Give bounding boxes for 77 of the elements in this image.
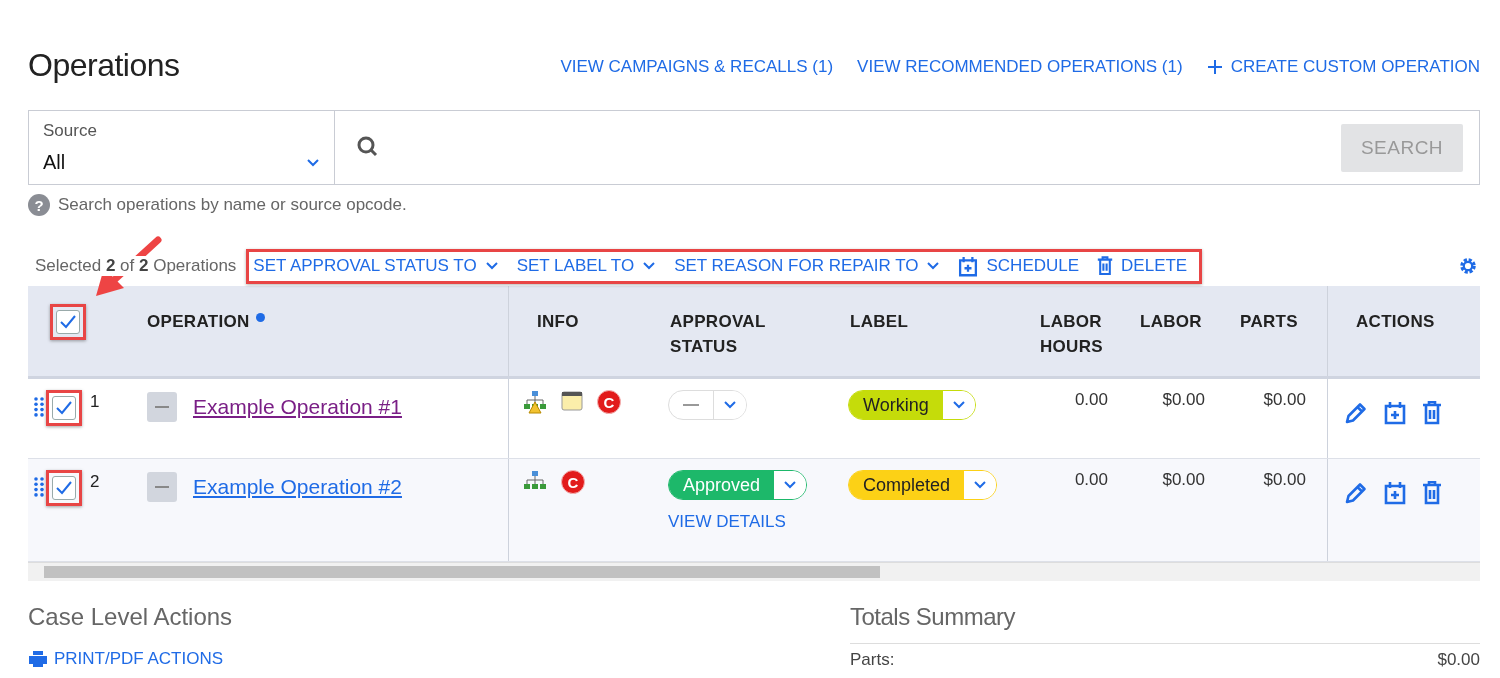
horizontal-scrollbar[interactable] [28, 562, 1480, 581]
table-cell: $0.00 [1263, 470, 1306, 489]
pencil-icon[interactable] [1344, 481, 1368, 505]
required-dot [255, 313, 265, 322]
check-icon [55, 480, 73, 496]
chevron-down-icon [642, 261, 657, 271]
dash-icon [683, 404, 699, 406]
trash-icon[interactable] [1422, 401, 1442, 425]
bulk-action-link[interactable]: SET REASON FOR REPAIR TO [674, 256, 941, 276]
chevron-down-icon [783, 480, 798, 490]
label-dropdown[interactable]: Working [848, 390, 976, 420]
chevron-down-icon [951, 400, 966, 410]
search-hint: Search operations by name or source opcode. [58, 195, 407, 215]
column-header: APPROVAL STATUS [670, 311, 767, 358]
table-cell: $0.00 [1263, 390, 1306, 409]
header-link[interactable]: VIEW CAMPAIGNS & RECALLS (1) [560, 57, 834, 77]
collapse-button[interactable] [147, 392, 177, 422]
table-cell: $0.00 [1162, 390, 1205, 409]
bulk-action-link[interactable]: SCHEDULE [958, 255, 1080, 277]
calendar-plus-icon[interactable] [1384, 481, 1406, 505]
column-header: LABEL [850, 311, 909, 333]
hierarchy-warning-icon [523, 390, 547, 414]
source-dropdown[interactable]: Source All [29, 111, 335, 184]
operation-link[interactable]: Example Operation #1 [193, 395, 402, 419]
notepad-icon [561, 390, 583, 412]
table-cell: 0.00 [1074, 470, 1108, 489]
section-title: Case Level Actions [28, 603, 234, 631]
plus-icon [1206, 59, 1223, 75]
trash-icon[interactable] [1422, 481, 1442, 505]
chevron-down-icon [926, 261, 941, 271]
chevron-down-icon [723, 400, 737, 410]
view-details-link[interactable]: VIEW DETAILS [668, 512, 830, 532]
column-header: OPERATION [147, 311, 250, 333]
help-icon: ? [28, 194, 50, 216]
bulk-action-link[interactable]: SET LABEL TO [516, 256, 657, 276]
campaign-badge: C [561, 470, 585, 494]
calendar-plus-icon [958, 255, 979, 277]
drag-handle-icon[interactable] [34, 396, 44, 418]
operation-link[interactable]: Example Operation #2 [193, 475, 402, 499]
chevron-down-icon [484, 261, 499, 271]
page-title: Operations [28, 47, 180, 84]
check-icon [59, 314, 77, 330]
collapse-button[interactable] [147, 472, 177, 502]
checkbox[interactable] [52, 476, 76, 500]
bulk-action-link[interactable]: SET APPROVAL STATUS TO [253, 256, 499, 276]
checkbox[interactable] [52, 396, 76, 420]
campaign-badge: C [597, 390, 621, 414]
totals-value: $0.00 [1437, 650, 1480, 669]
check-icon [55, 400, 73, 416]
table-cell: 0.00 [1074, 390, 1108, 409]
trash-icon [1097, 256, 1114, 276]
column-header: ACTIONS [1356, 311, 1435, 333]
header-link[interactable]: VIEW RECOMMENDED OPERATIONS (1) [857, 57, 1183, 77]
minus-icon [155, 406, 169, 408]
calendar-plus-icon[interactable] [1384, 401, 1406, 425]
checkbox[interactable] [56, 310, 80, 334]
table-cell: $0.00 [1162, 470, 1205, 489]
column-header: INFO [537, 311, 579, 333]
row-number: 1 [90, 391, 100, 412]
print-link[interactable]: PRINT/PDF ACTIONS [28, 649, 850, 669]
printer-icon [28, 650, 48, 668]
chevron-down-icon [973, 480, 988, 490]
section-title: Totals Summary [850, 603, 1480, 644]
column-header: PARTS [1240, 311, 1298, 333]
totals-label: Parts: [850, 650, 895, 669]
chevron-down-icon [306, 158, 320, 168]
settings-icon[interactable] [1458, 256, 1478, 276]
column-header: LABOR HOURS [1040, 311, 1104, 358]
label-dropdown[interactable]: Completed [848, 470, 998, 500]
approval-dropdown[interactable]: Approved [668, 470, 808, 500]
header-link[interactable]: CREATE CUSTOM OPERATION [1206, 57, 1480, 77]
bulk-action-link[interactable]: DELETE [1097, 256, 1188, 276]
row-number: 2 [90, 471, 100, 492]
drag-handle-icon[interactable] [34, 476, 44, 498]
pencil-icon[interactable] [1344, 401, 1368, 425]
minus-icon [155, 486, 169, 488]
column-header: LABOR [1140, 311, 1202, 333]
